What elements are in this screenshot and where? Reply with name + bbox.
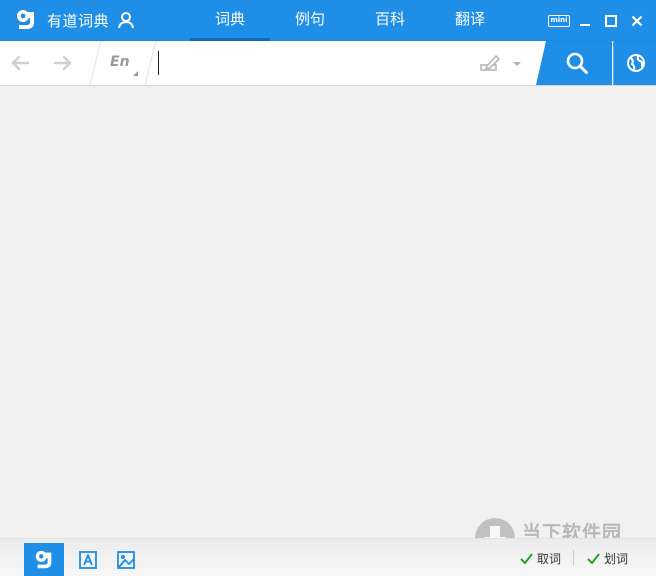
- tab-encyclopedia[interactable]: 百科: [350, 0, 430, 41]
- window-controls: mini: [546, 0, 650, 41]
- select-translate-toggle[interactable]: 划词: [587, 549, 628, 567]
- divider: [144, 41, 157, 85]
- maximize-button[interactable]: [598, 8, 624, 34]
- select-translate-label: 划词: [604, 551, 629, 566]
- search-bar: En: [0, 41, 656, 85]
- tab-example-sentences[interactable]: 例句: [270, 0, 350, 41]
- tab-dictionary[interactable]: 词典: [190, 0, 270, 41]
- search-input[interactable]: [158, 51, 463, 75]
- bottom-bar: 取词 划词: [0, 538, 656, 576]
- screen-capture-label: 取词: [537, 551, 562, 566]
- screen-capture-toggle[interactable]: 取词: [520, 549, 561, 567]
- language-dropdown-indicator: [133, 71, 138, 76]
- tab-translate[interactable]: 翻译: [430, 0, 510, 41]
- close-icon: [631, 15, 643, 26]
- image-recognition-icon: [117, 551, 135, 569]
- app-title: 有道词典: [47, 11, 110, 30]
- language-selector[interactable]: En: [98, 41, 144, 85]
- web-search-button[interactable]: [613, 41, 656, 85]
- text-recognition-button[interactable]: [68, 543, 108, 576]
- checkmark-icon: [520, 552, 533, 564]
- title-bar: 有道词典 词典 例句 百科 翻译 mini: [0, 0, 656, 41]
- mini-mode-label: mini: [548, 14, 570, 27]
- globe-icon: [627, 54, 645, 72]
- divider: [573, 550, 574, 566]
- checkmark-icon: [587, 552, 600, 564]
- image-recognition-button[interactable]: [106, 543, 146, 576]
- youdao-logo-icon: [35, 550, 52, 569]
- search-icon: [566, 52, 588, 74]
- minimize-icon: [580, 23, 590, 26]
- brand: 有道词典: [14, 8, 135, 32]
- youdao-logo-icon[interactable]: [14, 8, 38, 32]
- language-label: En: [110, 54, 130, 70]
- forward-arrow-icon[interactable]: [52, 52, 74, 74]
- close-button[interactable]: [624, 8, 650, 34]
- results-area: [0, 86, 656, 538]
- mini-mode-button[interactable]: mini: [546, 8, 572, 34]
- handwrite-icon[interactable]: [479, 53, 501, 73]
- minimize-button[interactable]: [572, 8, 598, 34]
- maximize-icon: [605, 14, 617, 27]
- back-arrow-icon[interactable]: [9, 52, 31, 74]
- user-icon[interactable]: [117, 11, 135, 29]
- text-recognition-icon: [79, 551, 97, 569]
- dictionary-mode-button[interactable]: [24, 543, 64, 576]
- search-button[interactable]: [536, 41, 612, 85]
- main-tabs: 词典 例句 百科 翻译: [190, 0, 510, 41]
- handwrite-dropdown-icon[interactable]: [513, 62, 521, 66]
